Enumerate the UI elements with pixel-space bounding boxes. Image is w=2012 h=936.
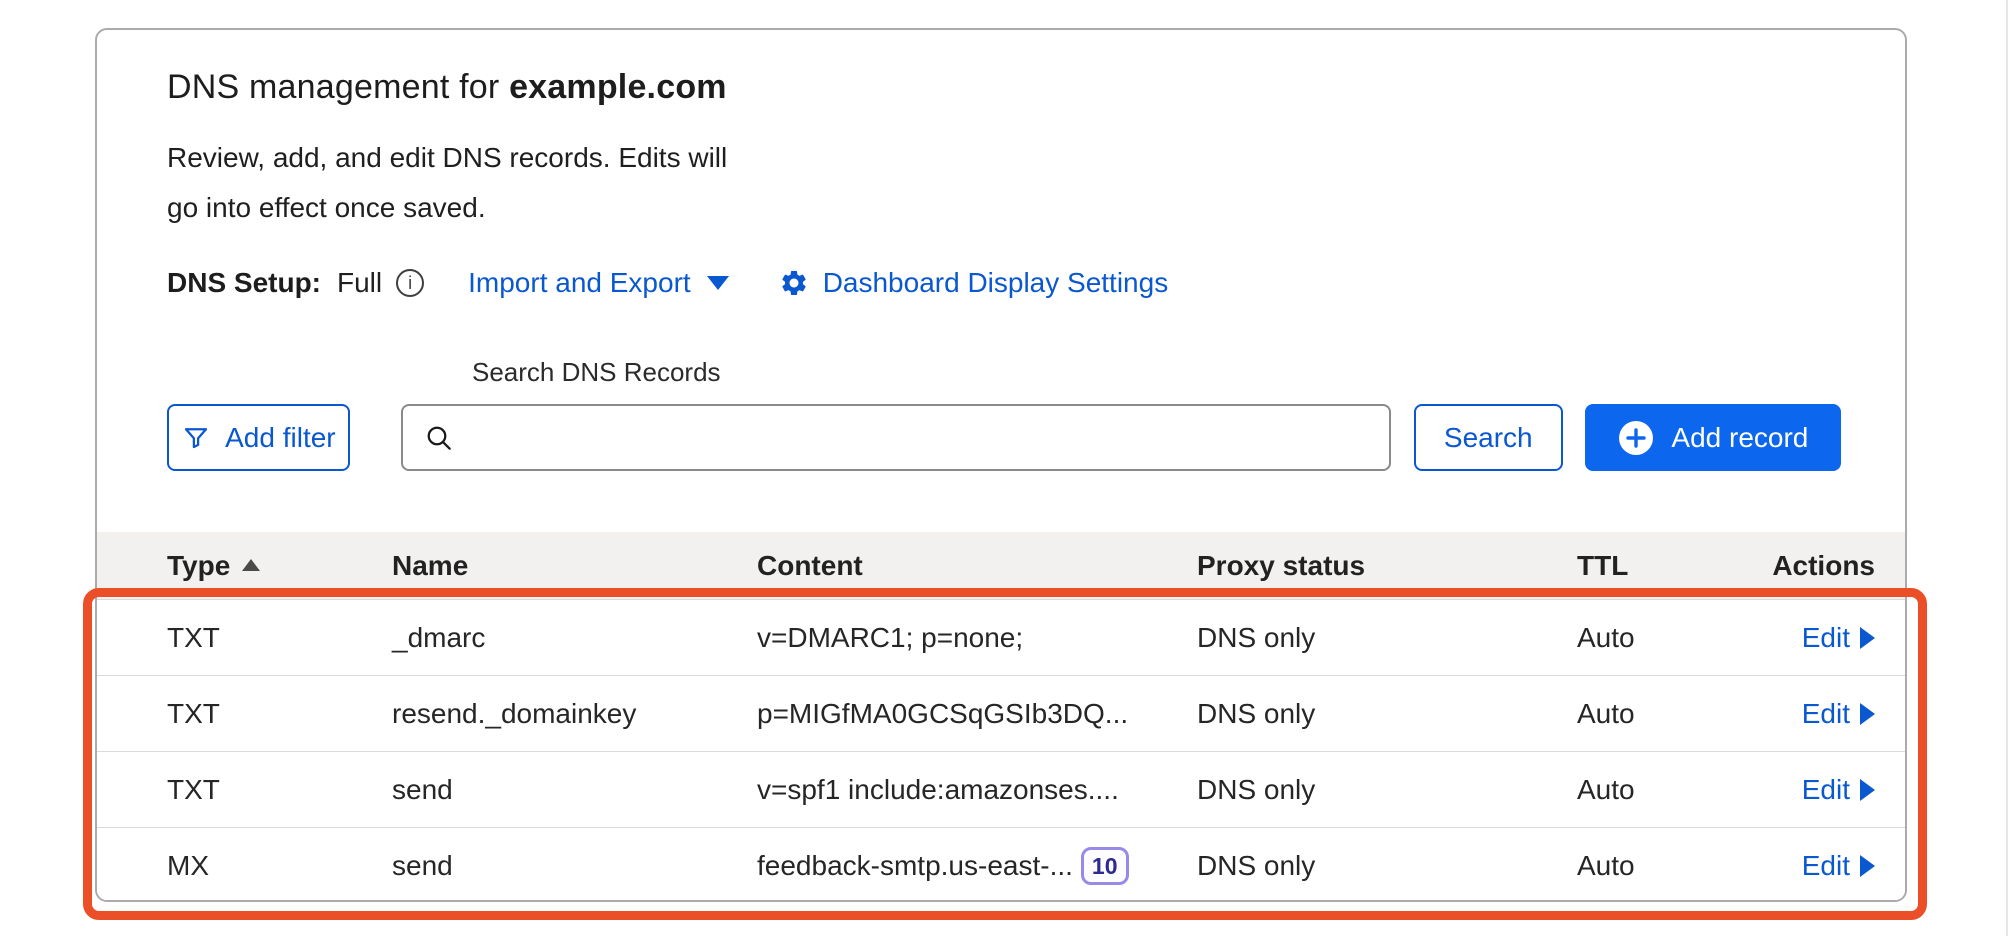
- chevron-right-icon: [1860, 855, 1875, 877]
- dns-setup-row: DNS Setup: Full i Import and Export Dash…: [167, 267, 1905, 299]
- chevron-right-icon: [1860, 779, 1875, 801]
- column-header-ttl: TTL: [1577, 550, 1767, 582]
- column-header-proxy-status: Proxy status: [1197, 550, 1577, 582]
- search-controls-row: Add filter Search Add record: [167, 404, 1905, 471]
- table-header-row: Type Name Content Proxy status TTL Actio…: [97, 532, 1905, 600]
- add-record-label: Add record: [1671, 422, 1808, 454]
- content-text: feedback-smtp.us-east-...: [757, 850, 1073, 882]
- chevron-down-icon: [707, 276, 729, 290]
- table-row: TXT resend._domainkey p=MIGfMA0GCSqGSIb3…: [97, 676, 1905, 752]
- name-cell: send: [392, 774, 757, 806]
- content-cell: v=DMARC1; p=none;: [757, 622, 1197, 654]
- page-description-line2: go into effect once saved.: [167, 183, 1905, 233]
- proxy-status-cell: DNS only: [1197, 622, 1577, 654]
- content-cell: p=MIGfMA0GCSqGSIb3DQ...: [757, 698, 1197, 730]
- import-export-link[interactable]: Import and Export: [468, 267, 729, 299]
- ttl-cell: Auto: [1577, 850, 1767, 882]
- column-header-name: Name: [392, 550, 757, 582]
- type-header-label: Type: [167, 550, 230, 582]
- page-right-divider: [2006, 0, 2008, 936]
- ttl-cell: Auto: [1577, 622, 1767, 654]
- edit-label: Edit: [1802, 850, 1850, 882]
- add-filter-button[interactable]: Add filter: [167, 404, 350, 471]
- add-filter-label: Add filter: [225, 422, 336, 454]
- proxy-status-cell: DNS only: [1197, 698, 1577, 730]
- content-cell: feedback-smtp.us-east-... 10: [757, 847, 1197, 885]
- page-title-domain: example.com: [509, 68, 727, 106]
- proxy-status-cell: DNS only: [1197, 774, 1577, 806]
- search-button-label: Search: [1444, 422, 1533, 454]
- type-cell: TXT: [167, 774, 392, 806]
- name-cell: send: [392, 850, 757, 882]
- edit-label: Edit: [1802, 622, 1850, 654]
- dns-setup-value: Full: [337, 267, 382, 299]
- info-circle-icon[interactable]: i: [396, 269, 424, 297]
- sort-ascending-icon: [242, 559, 260, 571]
- table-row: TXT send v=spf1 include:amazonses.... DN…: [97, 752, 1905, 828]
- type-cell: MX: [167, 850, 392, 882]
- import-export-label: Import and Export: [468, 267, 691, 299]
- column-header-actions: Actions: [1767, 550, 1905, 582]
- dns-records-table: Type Name Content Proxy status TTL Actio…: [97, 532, 1905, 902]
- page-description-line1: Review, add, and edit DNS records. Edits…: [167, 133, 1905, 183]
- ttl-cell: Auto: [1577, 698, 1767, 730]
- edit-label: Edit: [1802, 698, 1850, 730]
- edit-record-link[interactable]: Edit: [1802, 850, 1875, 882]
- edit-record-link[interactable]: Edit: [1802, 622, 1875, 654]
- dashboard-display-settings-link[interactable]: Dashboard Display Settings: [779, 267, 1169, 299]
- plus-circle-icon: [1617, 419, 1655, 457]
- search-records-label: Search DNS Records: [472, 357, 1905, 388]
- table-row: MX send feedback-smtp.us-east-... 10 DNS…: [97, 828, 1905, 902]
- page-description: Review, add, and edit DNS records. Edits…: [167, 133, 1905, 233]
- edit-label: Edit: [1802, 774, 1850, 806]
- dns-setup-label: DNS Setup:: [167, 267, 321, 299]
- search-input[interactable]: [401, 404, 1391, 471]
- chevron-right-icon: [1860, 703, 1875, 725]
- dns-management-card: DNS management for example.com Review, a…: [95, 28, 1907, 902]
- search-button[interactable]: Search: [1414, 404, 1563, 471]
- search-input-wrap: [401, 404, 1391, 471]
- table-row: TXT _dmarc v=DMARC1; p=none; DNS only Au…: [97, 600, 1905, 676]
- dns-management-page: DNS management for example.com Review, a…: [0, 0, 2012, 936]
- gear-icon: [779, 268, 809, 298]
- name-cell: resend._domainkey: [392, 698, 757, 730]
- name-cell: _dmarc: [392, 622, 757, 654]
- page-title-prefix: DNS management for: [167, 68, 499, 106]
- funnel-icon: [181, 423, 211, 453]
- type-cell: TXT: [167, 698, 392, 730]
- column-header-content: Content: [757, 550, 1197, 582]
- page-title: DNS management for example.com: [167, 68, 1905, 107]
- dashboard-display-settings-label: Dashboard Display Settings: [823, 267, 1169, 299]
- content-cell: v=spf1 include:amazonses....: [757, 774, 1197, 806]
- type-cell: TXT: [167, 622, 392, 654]
- edit-record-link[interactable]: Edit: [1802, 774, 1875, 806]
- add-record-button[interactable]: Add record: [1585, 404, 1841, 471]
- ttl-cell: Auto: [1577, 774, 1767, 806]
- proxy-status-cell: DNS only: [1197, 850, 1577, 882]
- mx-priority-badge: 10: [1081, 847, 1129, 885]
- chevron-right-icon: [1860, 627, 1875, 649]
- edit-record-link[interactable]: Edit: [1802, 698, 1875, 730]
- column-header-type[interactable]: Type: [167, 550, 392, 582]
